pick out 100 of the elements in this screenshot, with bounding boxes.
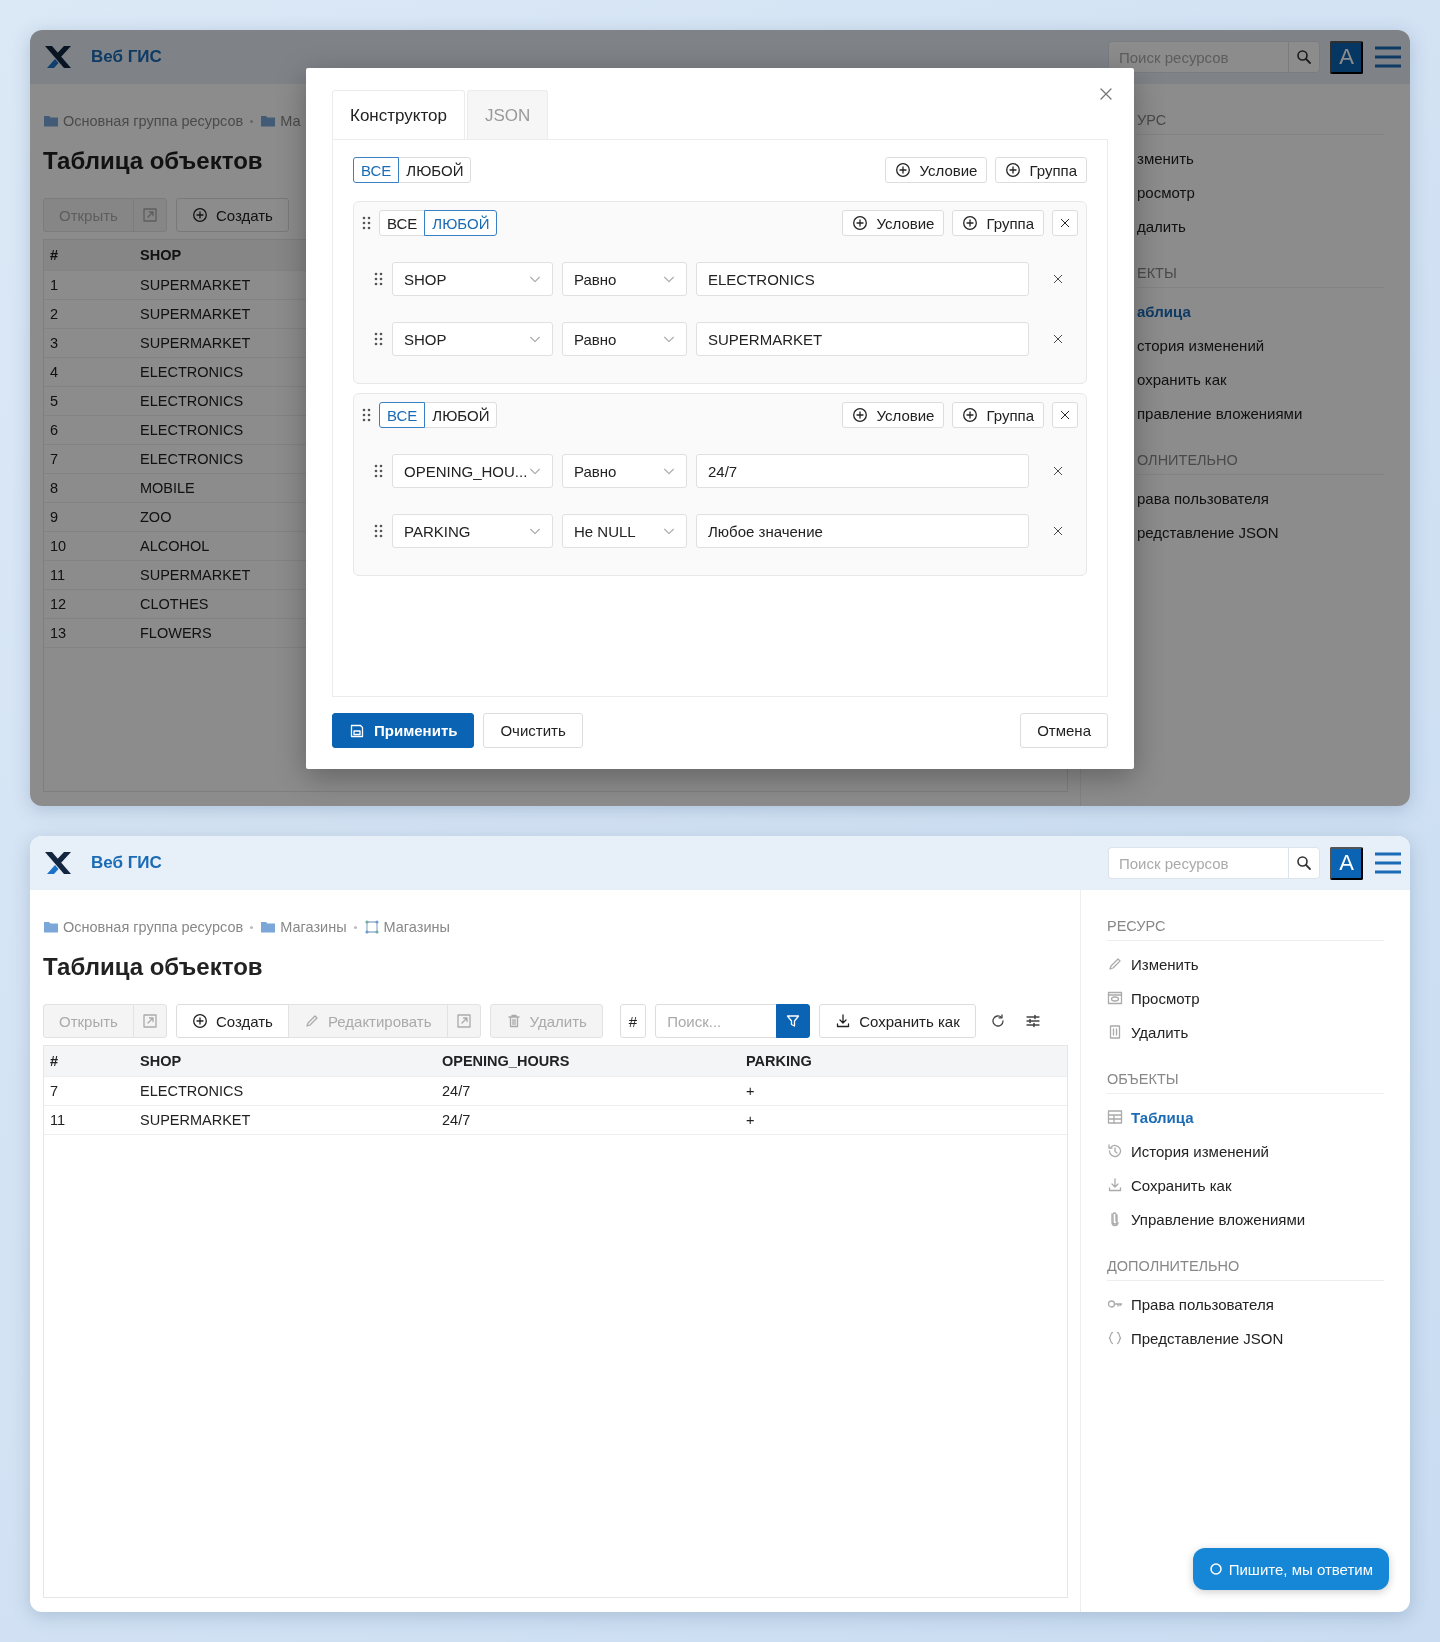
table-cell: 24/7 (436, 1076, 740, 1106)
table-cell: 5 (44, 386, 134, 416)
field-select[interactable]: SHOP (392, 262, 553, 296)
column-header[interactable]: SHOP (134, 1046, 436, 1077)
plus-circle-icon (962, 215, 979, 231)
refresh-icon (989, 1013, 1006, 1029)
breadcrumb-link[interactable]: Магазины (383, 919, 450, 935)
clear-button[interactable]: Очистить (483, 713, 583, 748)
table-search-field[interactable]: Поиск... (655, 1004, 778, 1038)
sidebar-item[interactable]: аблица (1137, 294, 1384, 328)
operator-select[interactable]: Равно (562, 322, 687, 356)
value-field[interactable]: 24/7 (696, 454, 1029, 488)
search-button[interactable] (1288, 41, 1320, 73)
menu-button[interactable] (1374, 852, 1402, 874)
close-icon (1052, 333, 1064, 345)
column-header[interactable]: # (44, 1046, 134, 1077)
add-group-button[interactable]: Группа (995, 157, 1087, 183)
field-select[interactable]: SHOP (392, 322, 553, 356)
save-as-button[interactable]: Сохранить как (819, 1004, 976, 1038)
app-title[interactable]: Веб ГИС (91, 853, 162, 873)
sidebar-item[interactable]: Таблица (1107, 1100, 1384, 1134)
remove-group-button[interactable] (1052, 210, 1078, 236)
add-group-button[interactable]: Группа (952, 402, 1044, 428)
filter-icon (785, 1013, 802, 1029)
sidebar-item[interactable]: рава пользователя (1137, 481, 1384, 515)
row-count-button[interactable]: # (619, 1004, 647, 1038)
sidebar-item[interactable]: Сохранить как (1107, 1168, 1384, 1202)
sidebar-item[interactable]: Права пользователя (1107, 1287, 1384, 1321)
avatar-button[interactable]: A (1330, 846, 1363, 880)
search-button[interactable] (1288, 847, 1320, 879)
plus-circle-icon (191, 207, 208, 223)
match-mode-option[interactable]: ВСЕ (379, 210, 426, 236)
sidebar-item[interactable]: Удалить (1107, 1015, 1384, 1049)
column-header[interactable]: PARKING (740, 1046, 1067, 1077)
table-cell: ELECTRONICS (134, 1076, 436, 1106)
remove-group-button[interactable] (1052, 402, 1078, 428)
logo-icon (44, 851, 72, 875)
breadcrumb-link[interactable]: Магазины (280, 919, 347, 935)
apply-button[interactable]: Применить (332, 713, 475, 748)
table-cell: 12 (44, 589, 134, 619)
match-mode-option[interactable]: ВСЕ (353, 157, 400, 183)
column-header[interactable]: # (44, 240, 134, 271)
history-icon (1107, 1143, 1123, 1159)
match-mode-option[interactable]: ЛЮБОЙ (424, 210, 498, 236)
create-button[interactable]: Создать (175, 1004, 289, 1038)
folder-icon (43, 113, 59, 129)
menu-button[interactable] (1374, 46, 1402, 68)
sidebar-item[interactable]: стория изменений (1137, 328, 1384, 362)
sidebar-item[interactable]: правление вложениями (1137, 396, 1384, 430)
table-cell: 3 (44, 328, 134, 358)
value-field[interactable]: SUPERMARKET (696, 322, 1029, 356)
table-cell: 4 (44, 357, 134, 387)
match-mode-option[interactable]: ВСЕ (379, 402, 426, 428)
breadcrumb-link[interactable]: Основная группа ресурсов (63, 919, 244, 935)
sidebar-item[interactable]: Управление вложениями (1107, 1202, 1384, 1236)
add-condition-button[interactable]: Условие (885, 157, 988, 183)
field-select[interactable]: OPENING_HOU... (392, 454, 553, 488)
column-header[interactable]: OPENING_HOURS (436, 1046, 740, 1077)
section-heading: ДОПОЛНИТЕЛЬНО (1107, 1258, 1384, 1281)
field-select[interactable]: PARKING (392, 514, 553, 548)
avatar-button[interactable]: A (1330, 40, 1363, 74)
sidebar-item[interactable]: редставление JSON (1137, 515, 1384, 549)
drag-handle-icon (374, 464, 383, 478)
eye-icon (1107, 990, 1123, 1006)
sidebar-item[interactable]: охранить как (1137, 362, 1384, 396)
match-mode-option[interactable]: ЛЮБОЙ (424, 402, 498, 428)
sidebar-item[interactable]: росмотр (1137, 175, 1384, 209)
filter-button[interactable] (776, 1004, 811, 1038)
table-cell: 9 (44, 502, 134, 532)
value-field[interactable]: Любое значение (696, 514, 1029, 548)
add-condition-button[interactable]: Условие (842, 210, 945, 236)
operator-select[interactable]: Не NULL (562, 514, 687, 548)
plus-circle-icon (962, 407, 979, 423)
sidebar-item[interactable]: Просмотр (1107, 981, 1384, 1015)
operator-select[interactable]: Равно (562, 454, 687, 488)
table-cell: 2 (44, 299, 134, 329)
chat-button[interactable]: Пишите, мы ответим (1192, 1548, 1389, 1590)
logo-icon (44, 45, 72, 69)
plus-circle-icon (895, 162, 912, 178)
tab[interactable]: Конструктор (332, 90, 465, 140)
operator-select[interactable]: Равно (562, 262, 687, 296)
section-heading: ОБЪЕКТЫ (1107, 1071, 1384, 1094)
dataset-icon (363, 919, 380, 935)
sidebar-item[interactable]: История изменений (1107, 1134, 1384, 1168)
sidebar-item[interactable]: Представление JSON (1107, 1321, 1384, 1355)
search-field[interactable]: Поиск ресурсов (1108, 847, 1288, 879)
drag-handle-icon (362, 408, 371, 422)
cancel-button[interactable]: Отмена (1020, 713, 1108, 748)
sidebar-item[interactable]: далить (1137, 209, 1384, 243)
sidebar-item[interactable]: зменить (1137, 141, 1384, 175)
close-button[interactable] (1098, 86, 1114, 102)
value-field[interactable]: ELECTRONICS (696, 262, 1029, 296)
plus-circle-icon (852, 215, 869, 231)
table-cell: 6 (44, 415, 134, 445)
add-group-button[interactable]: Группа (952, 210, 1044, 236)
sidebar-item[interactable]: Изменить (1107, 947, 1384, 981)
add-condition-button[interactable]: Условие (842, 402, 945, 428)
table-cell: 11 (44, 560, 134, 590)
create-button[interactable]: Создать (175, 198, 289, 232)
match-mode-option[interactable]: ЛЮБОЙ (398, 157, 472, 183)
